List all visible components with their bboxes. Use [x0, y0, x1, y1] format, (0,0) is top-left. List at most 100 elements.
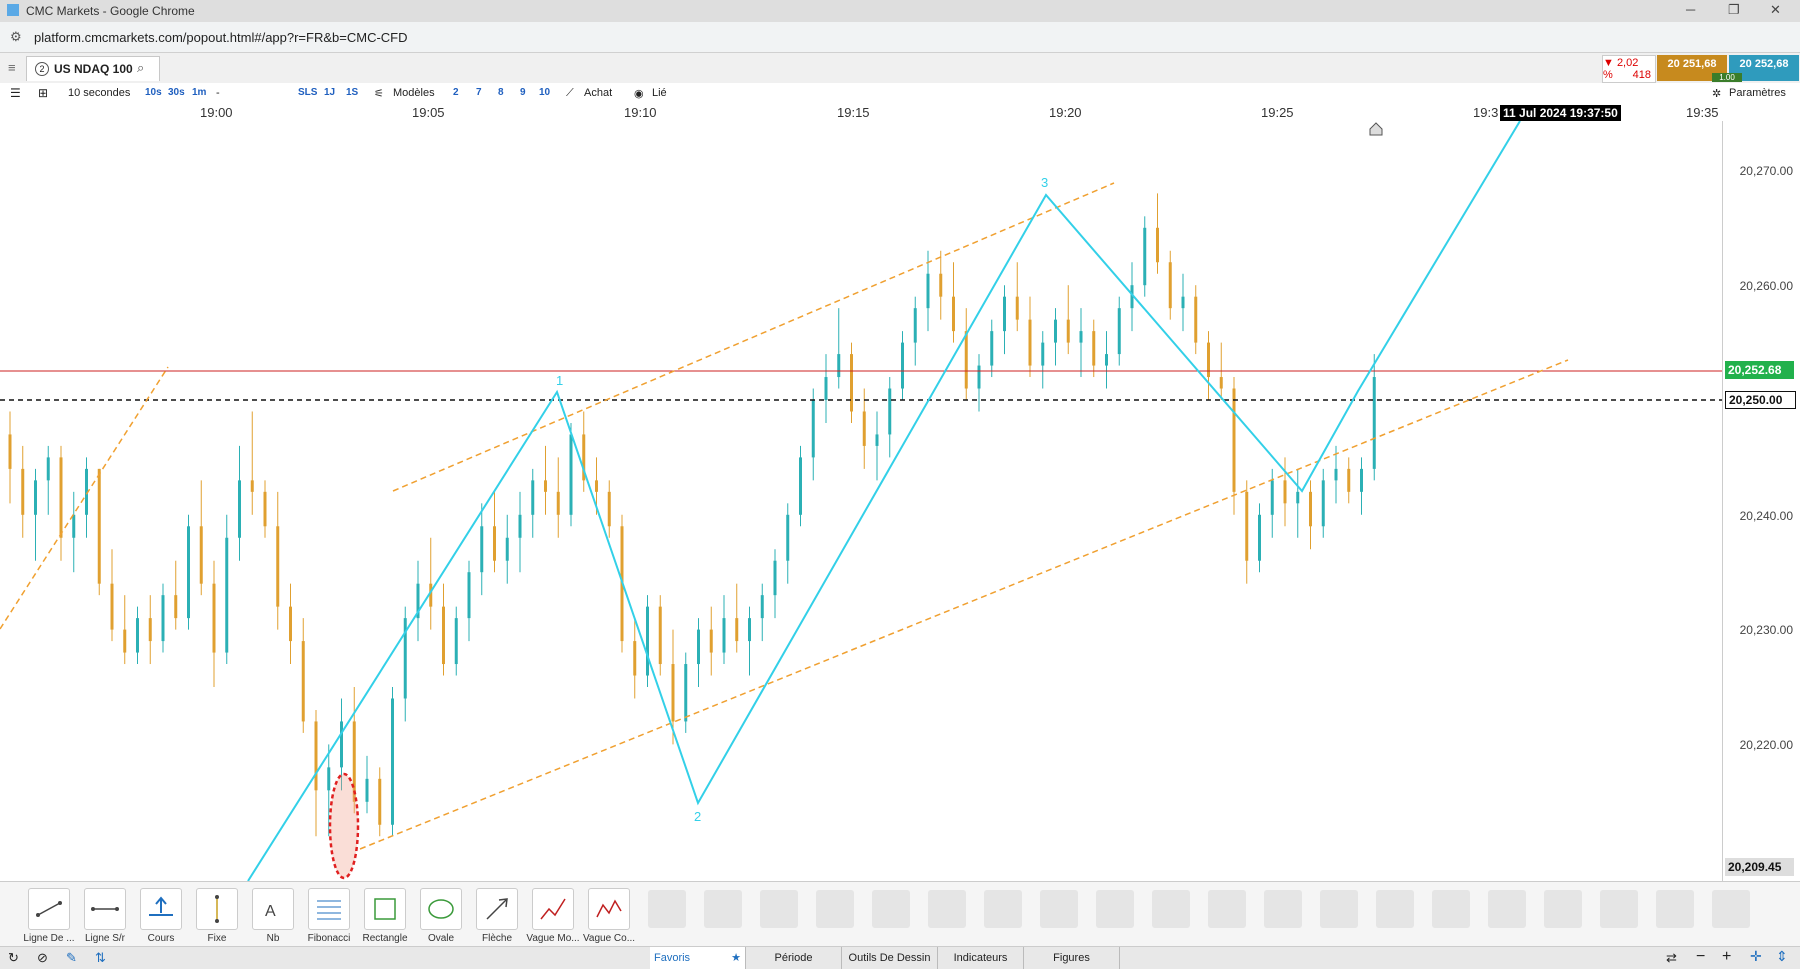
price-chart[interactable]: 1 2 3 [0, 120, 1722, 882]
app-icon [7, 4, 19, 16]
preset-8[interactable]: 8 [498, 87, 504, 98]
one-week-button[interactable]: 1S [346, 87, 358, 98]
candle-body [250, 480, 254, 492]
menu-icon[interactable]: ≡ [8, 60, 16, 75]
candle-body [913, 308, 917, 343]
fit-icon[interactable]: ⇕ [1776, 948, 1788, 965]
crosshair-icon[interactable]: ✛ [1750, 948, 1762, 965]
empty-tool-slot[interactable] [872, 890, 910, 928]
linked-button[interactable]: Lié [652, 87, 667, 99]
tool-text[interactable]: A Nb [246, 888, 300, 944]
search-icon[interactable]: ⌕ [137, 60, 144, 76]
candle-body [646, 606, 649, 676]
candle-body [276, 526, 280, 607]
empty-tool-slot[interactable] [1096, 890, 1134, 928]
empty-tool-slot[interactable] [1376, 890, 1414, 928]
interval-10s[interactable]: 10s [145, 87, 162, 98]
achat-button[interactable]: Achat [584, 87, 612, 99]
empty-tool-slot[interactable] [1432, 890, 1470, 928]
candle-body [442, 606, 445, 665]
candle-body [735, 618, 739, 642]
models-button[interactable]: Modèles [393, 87, 435, 99]
tool-label: Flèche [481, 933, 512, 944]
tool-corrective-wave[interactable]: Vague Co... [582, 888, 636, 944]
url-text[interactable]: platform.cmcmarkets.com/popout.html#/app… [34, 30, 408, 45]
tool-impulse-wave[interactable]: Vague Mo... [526, 888, 580, 944]
magnet-icon[interactable]: ⇅ [95, 950, 106, 966]
tool-horizontal-line[interactable]: Ligne S/r [78, 888, 132, 944]
refresh-icon[interactable]: ↻ [8, 950, 19, 966]
tool-label: Fibonacci [307, 933, 351, 944]
interval-30s[interactable]: 30s [168, 87, 185, 98]
candle-body [850, 354, 853, 412]
one-day-button[interactable]: 1J [324, 87, 335, 98]
restore-icon[interactable]: ❐ [1728, 2, 1740, 18]
empty-tool-slot[interactable] [1264, 890, 1302, 928]
candle-body [1003, 296, 1006, 332]
buy-price: 20 252,68 [1739, 58, 1789, 70]
empty-tool-slot[interactable] [1320, 890, 1358, 928]
empty-tool-slot[interactable] [1208, 890, 1246, 928]
chart-area[interactable]: 1 2 3 [0, 120, 1722, 882]
channel-line-lower [359, 359, 1569, 850]
candle-body [238, 480, 241, 538]
empty-tool-slot[interactable] [816, 890, 854, 928]
settings-button[interactable]: Paramètres [1729, 87, 1786, 99]
candle-body [1028, 319, 1032, 366]
candle-body [505, 537, 509, 561]
preset-7[interactable]: 7 [476, 87, 482, 98]
interval-dash[interactable]: - [216, 87, 220, 99]
candle-body [671, 664, 675, 722]
candle-body [21, 468, 25, 515]
preset-9[interactable]: 9 [520, 87, 526, 98]
interval-1m[interactable]: 1m [192, 87, 206, 98]
tool-oval[interactable]: Ovale [414, 888, 468, 944]
tool-trend-line[interactable]: Ligne De ... [22, 888, 76, 944]
fibonacci-icon [317, 900, 341, 920]
tool-vertical-line[interactable]: Fixe [190, 888, 244, 944]
zoom-in-icon[interactable]: + [1722, 948, 1731, 966]
instrument-tab[interactable]: 2 US NDAQ 100 ⌕ [26, 56, 160, 81]
tab-periode[interactable]: Période [746, 947, 842, 969]
scale-icon[interactable]: ⇄ [1666, 950, 1677, 966]
empty-tool-slot[interactable] [648, 890, 686, 928]
tab-drawing-tools[interactable]: Outils De Dessin [842, 947, 938, 969]
tab-indicators[interactable]: Indicateurs [938, 947, 1024, 969]
wave-label-2: 2 [694, 809, 701, 824]
empty-tool-slot[interactable] [1488, 890, 1526, 928]
empty-tool-slot[interactable] [1040, 890, 1078, 928]
list-icon[interactable]: ☰ [10, 86, 21, 100]
empty-tool-slot[interactable] [760, 890, 798, 928]
pencil-icon[interactable]: ✎ [66, 950, 77, 966]
empty-tool-slot[interactable] [1152, 890, 1190, 928]
empty-tool-slot[interactable] [704, 890, 742, 928]
minimize-icon[interactable]: ─ [1686, 2, 1695, 17]
tool-label: Fixe [207, 933, 227, 944]
close-icon[interactable]: ✕ [1770, 2, 1781, 18]
zoom-out-icon[interactable]: − [1696, 948, 1705, 966]
tool-rectangle[interactable]: Rectangle [358, 888, 412, 944]
cancel-icon[interactable]: ⊘ [37, 950, 48, 966]
empty-tool-slot[interactable] [928, 890, 966, 928]
tool-label: Nb [266, 933, 280, 944]
empty-tool-slot[interactable] [1656, 890, 1694, 928]
tab-figures[interactable]: Figures [1024, 947, 1120, 969]
candle-body [187, 526, 190, 619]
tool-price[interactable]: Cours [134, 888, 188, 944]
site-info-icon[interactable]: ⚙ [10, 29, 22, 45]
tab-favoris[interactable]: Favoris ★ [650, 947, 746, 969]
empty-tool-slot[interactable] [1600, 890, 1638, 928]
empty-tool-slot[interactable] [984, 890, 1022, 928]
interval-select[interactable]: 10 secondes [68, 87, 130, 99]
empty-tool-slot[interactable] [1544, 890, 1582, 928]
layout-icon[interactable]: ⊞ [38, 86, 48, 100]
candle-body [722, 618, 726, 653]
sls-button[interactable]: SLS [298, 87, 317, 98]
candle-body [684, 664, 688, 722]
preset-2[interactable]: 2 [453, 87, 459, 98]
empty-tool-slot[interactable] [1712, 890, 1750, 928]
tool-fibonacci[interactable]: Fibonacci [302, 888, 356, 944]
candle-body [952, 296, 955, 332]
tool-arrow[interactable]: Flèche [470, 888, 524, 944]
preset-10[interactable]: 10 [539, 87, 550, 98]
